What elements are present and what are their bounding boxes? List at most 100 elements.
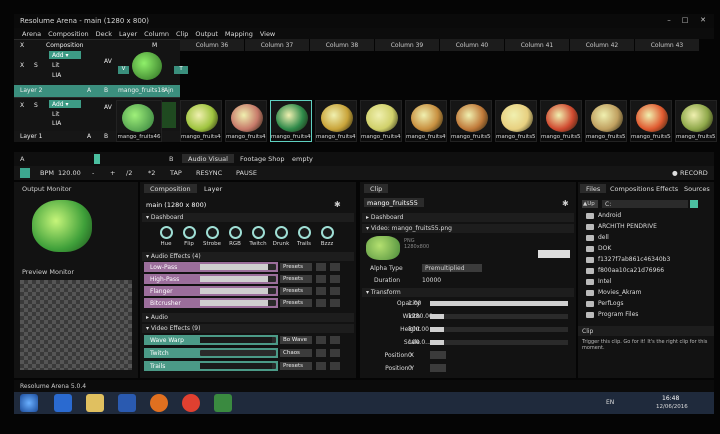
blend-mode-select[interactable]: Add ▾ [49,51,81,59]
effect-menu-icon[interactable] [316,287,326,295]
resolume-icon[interactable] [214,394,232,412]
solo-x-button[interactable]: X [20,62,24,69]
menu-view[interactable]: View [260,28,282,39]
maximize-icon[interactable]: □ [680,16,690,25]
folder-item[interactable]: f1327f7ab861c46340b3 [586,256,670,263]
clock-time[interactable]: 16:48 [662,395,679,402]
clip-cell[interactable]: mango_fruits51 [495,100,537,142]
clip-cell[interactable]: mango_fruits47 [315,100,357,142]
menu-composition[interactable]: Composition [48,28,96,39]
chrome-icon[interactable] [182,394,200,412]
folder-item[interactable]: Program Files [586,311,638,318]
presets-button[interactable]: Presets [280,362,312,370]
metronome-icon[interactable] [20,168,30,178]
transform-header[interactable]: ▾ Transform [362,288,574,297]
clip-name-field[interactable]: mango_fruits55 [364,198,424,207]
clip-cell[interactable]: mango_fruits46 [270,100,312,142]
layer-s-button[interactable]: S [34,102,38,109]
clip-cell[interactable]: mango_fruits49 [405,100,447,142]
pause-button[interactable]: PAUSE [236,169,257,177]
prop-slider[interactable] [430,327,568,332]
tempo-plus-button[interactable]: + [110,169,115,177]
language-indicator[interactable]: EN [606,399,614,406]
clock-date[interactable]: 12/06/2016 [656,404,688,410]
tempo-minus-button[interactable]: - [92,169,94,177]
tap-button[interactable]: TAP [170,169,182,177]
comp-x-button[interactable]: X [20,42,24,49]
effect-close-icon[interactable] [330,362,340,370]
av-toggle[interactable]: AV [104,58,112,65]
video-effects-header[interactable]: ▾ Video Effects (9) [142,324,354,333]
layer-b-button[interactable]: B [104,133,108,140]
video-source-header[interactable]: ▾ Video: mango_fruits55.png [362,224,574,233]
column-header[interactable]: Column 43 [635,39,700,51]
audio-effect-slider[interactable] [200,288,276,294]
audio-effect-slider[interactable] [200,300,276,306]
presets-button[interactable]: Presets [280,275,312,283]
menu-layer[interactable]: Layer [119,28,144,39]
audio-effect-slider[interactable] [200,264,276,270]
layer-a-button[interactable]: A [87,133,91,140]
folder-item[interactable]: DOK [586,245,611,252]
internet-explorer-icon[interactable] [54,394,72,412]
tab-files[interactable]: Files [580,184,607,193]
effect-close-icon[interactable] [330,336,340,344]
effect-menu-icon[interactable] [316,336,326,344]
prop-value[interactable]: 800.00 [408,326,429,333]
menu-arena[interactable]: Arena [22,28,48,39]
prop-value[interactable]: 0 [408,352,412,359]
tempo-half-button[interactable]: /2 [126,169,132,177]
start-button-icon[interactable] [20,394,38,412]
alpha-type-select[interactable]: Premultiplied [422,264,482,272]
column-header[interactable]: Column 42 [570,39,635,51]
firefox-icon[interactable] [150,394,168,412]
clip-cell[interactable]: mango_fruits46 [116,100,162,142]
close-icon[interactable]: ✕ [698,16,708,25]
tempo-double-button[interactable]: *2 [148,169,155,177]
prop-slider[interactable] [430,314,568,319]
view-a-button[interactable] [690,200,698,208]
deck-tab-footage-shop[interactable]: Footage Shop [234,154,291,163]
crossfader-handle[interactable] [94,154,100,164]
layer-blend-select[interactable]: Add ▾ [49,100,81,108]
deck-b-label[interactable]: B [169,155,173,163]
audio-header[interactable]: ▸ Audio [142,313,354,322]
presets-button[interactable]: Chaos [280,349,312,357]
gear-icon[interactable]: ✱ [334,200,341,209]
folder-item[interactable]: dell [586,234,609,241]
clip-cell[interactable]: mango_fruits45 [225,100,267,142]
clip-cell[interactable]: mango_fruits53 [585,100,627,142]
folder-item[interactable]: ARCHITH PENDRIVE [586,223,657,230]
lia-option[interactable]: LIA [52,120,61,127]
tab-layer[interactable]: Layer [198,184,228,193]
clip-cell[interactable]: mango_fruits50 [450,100,492,142]
effect-menu-icon[interactable] [316,362,326,370]
knob-twitch[interactable] [252,226,265,239]
tab-clip[interactable]: Clip [364,184,389,193]
clip-cell[interactable]: mango_fruits54 [630,100,672,142]
clip-cell[interactable]: mango_fruits52 [540,100,582,142]
v-button[interactable]: V [118,66,129,74]
deck-tab-empty[interactable]: empty [286,154,319,163]
effect-close-icon[interactable] [330,287,340,295]
lit-option[interactable]: Lit [52,111,59,118]
layer-a-button[interactable]: A [87,87,91,94]
minimize-icon[interactable]: – [664,16,674,25]
deck-a-label[interactable]: A [20,155,24,163]
resync-button[interactable]: RESYNC [196,169,222,177]
layer-2-header[interactable]: Layer 2 A B mango_fruits18 Ajn [14,85,180,97]
knob-strobe[interactable] [206,226,219,239]
folder-item[interactable]: PerfLogs [586,300,624,307]
effect-close-icon[interactable] [330,275,340,283]
s-button[interactable]: S [34,62,38,69]
knob-trails[interactable] [298,226,311,239]
column-header[interactable]: Column 38 [310,39,375,51]
clip-cell[interactable]: mango_fruits44 [180,100,222,142]
drive-select[interactable]: C: [602,200,688,208]
video-effect-slider[interactable] [200,363,276,369]
column-header[interactable]: Column 36 [180,39,245,51]
column-header[interactable]: Column 40 [440,39,505,51]
folder-item[interactable]: Android [586,212,621,219]
prop-value[interactable]: 1.00 [408,300,421,307]
effect-close-icon[interactable] [330,299,340,307]
